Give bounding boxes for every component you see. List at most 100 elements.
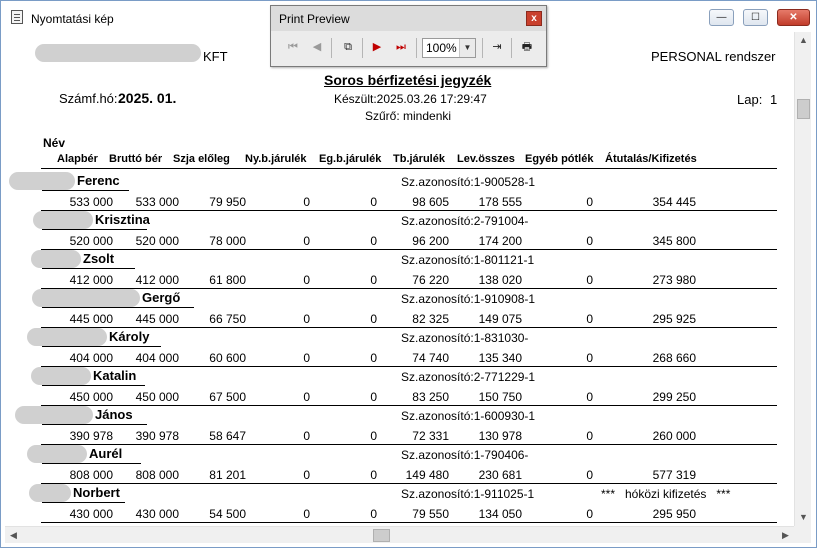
- cell-value: 81 201: [209, 468, 246, 482]
- cell-value: 0: [586, 468, 593, 482]
- cell-value: 0: [370, 429, 377, 443]
- toolbar-separator: [511, 38, 512, 58]
- cell-value: 404 000: [69, 351, 113, 365]
- last-page-icon[interactable]: ⏭: [391, 37, 411, 57]
- next-page-icon[interactable]: ▶: [367, 37, 387, 57]
- chevron-down-icon[interactable]: ▼: [459, 39, 475, 57]
- scrollbar-corner: [794, 526, 811, 543]
- column-header-nyb: Ny.b.járulék: [245, 153, 307, 165]
- cell-value: 0: [586, 351, 593, 365]
- vertical-scrollbar[interactable]: ▲ ▼: [794, 32, 811, 526]
- cell-value: 0: [586, 234, 593, 248]
- window-title: Nyomtatási kép: [31, 12, 114, 26]
- cell-value: 0: [303, 429, 310, 443]
- scroll-left-icon[interactable]: ◀: [5, 527, 22, 544]
- exit-preview-icon[interactable]: ⇥: [487, 37, 507, 57]
- tax-id: Sz.azonosító:1-600930-1: [401, 409, 536, 423]
- cell-value: 60 600: [209, 351, 246, 365]
- cell-value: 58 647: [209, 429, 246, 443]
- cell-value: 445 000: [69, 312, 113, 326]
- cell-value: 0: [303, 507, 310, 521]
- row-divider: [41, 249, 777, 250]
- print-preview-titlebar[interactable]: Print Preview x: [271, 6, 546, 31]
- print-preview-toolbar-window: Print Preview x ⏮ ◀ ⧉ ▶ ⏭ 100% ▼ ⇥ 🖶: [270, 5, 547, 67]
- previous-page-icon[interactable]: ◀: [307, 37, 327, 57]
- close-button[interactable]: ✕: [777, 9, 810, 26]
- created-timestamp: Készült:2025.03.26 17:29:47: [334, 92, 487, 106]
- cell-value: 520 000: [69, 234, 113, 248]
- cell-value: 0: [586, 390, 593, 404]
- vertical-scroll-thumb[interactable]: [797, 99, 810, 119]
- payment-note: *** hóközi kifizetés ***: [601, 487, 731, 501]
- print-preview-close-button[interactable]: x: [526, 11, 542, 26]
- document-icon: [11, 10, 23, 24]
- cell-value: 79 950: [209, 195, 246, 209]
- cell-value: 412 000: [69, 273, 113, 287]
- minimize-button[interactable]: —: [709, 9, 734, 26]
- employee-name: Zsolt: [83, 251, 115, 266]
- cell-value: 345 800: [652, 234, 696, 248]
- first-page-icon[interactable]: ⏮: [283, 37, 303, 57]
- name-underline: [42, 190, 129, 191]
- cell-value: 0: [370, 351, 377, 365]
- app-window: Nyomtatási kép — ☐ ✕ KFT PERSONAL rendsz…: [0, 0, 817, 548]
- header-divider: [41, 168, 777, 169]
- row-divider: [41, 327, 777, 328]
- cell-value: 533 000: [69, 195, 113, 209]
- tax-id: Sz.azonosító:1-900528-1: [401, 175, 536, 189]
- cell-value: 295 925: [652, 312, 696, 326]
- cell-value: 0: [370, 468, 377, 482]
- toolbar-separator: [362, 38, 363, 58]
- redacted-surname: [31, 250, 81, 268]
- period-label: Számf.hó:: [59, 91, 118, 106]
- cell-value: 0: [303, 390, 310, 404]
- horizontal-scroll-thumb[interactable]: [373, 529, 390, 542]
- tax-id: Sz.azonosító:1-911025-1: [401, 487, 535, 501]
- column-header-atutalas: Átutalás/Kifizetés: [605, 153, 697, 165]
- employee-name: Krisztina: [95, 212, 150, 227]
- cell-value: 54 500: [209, 507, 246, 521]
- row-divider: [41, 366, 777, 367]
- row-divider: [41, 405, 777, 406]
- cell-value: 354 445: [652, 195, 696, 209]
- cell-value: 450 000: [135, 390, 179, 404]
- print-icon[interactable]: 🖶: [517, 37, 537, 57]
- maximize-button[interactable]: ☐: [743, 9, 768, 26]
- cell-value: 0: [370, 312, 377, 326]
- column-header-szja: Szja előleg: [173, 153, 230, 165]
- scroll-right-icon[interactable]: ▶: [777, 527, 794, 544]
- scroll-up-icon[interactable]: ▲: [795, 32, 812, 49]
- cell-value: 96 200: [412, 234, 449, 248]
- cell-value: 268 660: [652, 351, 696, 365]
- horizontal-scrollbar[interactable]: ◀ ▶: [5, 526, 794, 543]
- copy-icon[interactable]: ⧉: [338, 37, 358, 57]
- name-underline: [42, 346, 161, 347]
- name-underline: [42, 229, 147, 230]
- system-name: PERSONAL rendszer: [651, 49, 776, 64]
- cell-value: 138 020: [478, 273, 522, 287]
- column-header-brutto: Bruttó bér: [109, 153, 163, 165]
- cell-value: 260 000: [652, 429, 696, 443]
- row-divider: [41, 288, 777, 289]
- cell-value: 149 075: [478, 312, 522, 326]
- cell-value: 0: [303, 234, 310, 248]
- cell-value: 0: [586, 273, 593, 287]
- toolbar-separator: [482, 38, 483, 58]
- tax-id: Sz.azonosító:1-910908-1: [401, 292, 536, 306]
- cell-value: 520 000: [135, 234, 179, 248]
- scroll-down-icon[interactable]: ▼: [795, 509, 812, 526]
- employee-name: Aurél: [89, 446, 123, 461]
- employee-name: János: [95, 407, 133, 422]
- name-underline: [42, 268, 135, 269]
- row-divider: [41, 444, 777, 445]
- company-suffix: KFT: [203, 49, 228, 64]
- cell-value: 577 319: [652, 468, 696, 482]
- tax-id: Sz.azonosító:2-791004-: [401, 214, 529, 228]
- tax-id: Sz.azonosító:2-771229-1: [401, 370, 536, 384]
- tax-id: Sz.azonosító:1-801121-1: [401, 253, 535, 267]
- toolbar-separator: [331, 38, 332, 58]
- tax-id: Sz.azonosító:1-831030-: [401, 331, 529, 345]
- zoom-select[interactable]: 100% ▼: [422, 38, 476, 58]
- name-underline: [42, 385, 145, 386]
- redacted-surname: [29, 484, 71, 502]
